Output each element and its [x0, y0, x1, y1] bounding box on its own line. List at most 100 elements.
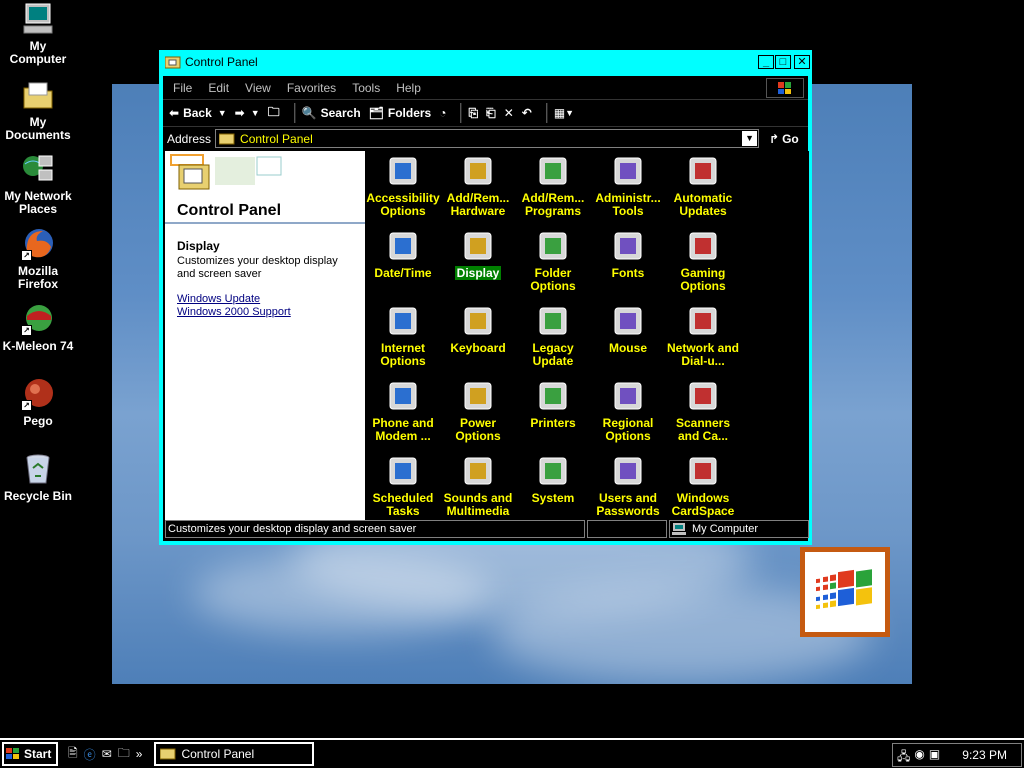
history-button[interactable]: ◔ — [439, 106, 446, 120]
control-panel-banner-icon — [170, 154, 282, 190]
desktop-icon-my-computer[interactable]: My Computer — [0, 2, 76, 66]
cp-item-administr-tools[interactable]: Administr... Tools — [590, 155, 666, 218]
keyboard-icon — [462, 305, 494, 337]
cp-item-label: Power Options — [455, 416, 501, 443]
search-button[interactable]: 🔍 Search — [302, 106, 361, 120]
regional-options-icon — [612, 380, 644, 412]
internet-options-icon — [387, 305, 419, 337]
delete-button[interactable]: ✕ — [504, 106, 514, 120]
window-title: Control Panel — [185, 55, 258, 69]
desktop-icon-my-documents[interactable]: My Documents — [0, 78, 76, 142]
cp-item-users-and-passwords[interactable]: Users and Passwords — [590, 455, 666, 518]
cp-item-label: Users and Passwords — [596, 491, 660, 518]
status-panel — [587, 520, 667, 538]
start-button[interactable]: Start — [2, 742, 58, 766]
copy-to-button[interactable]: ⎗ — [486, 106, 496, 121]
address-field[interactable]: Control Panel ▼ — [215, 129, 760, 148]
move-to-button[interactable]: ⎘ — [468, 106, 478, 121]
printers-icon — [537, 380, 569, 412]
cp-item-internet-options[interactable]: Internet Options — [365, 305, 441, 368]
start-label: Start — [24, 747, 52, 761]
cp-item-regional-options[interactable]: Regional Options — [590, 380, 666, 443]
menu-tools[interactable]: Tools — [352, 81, 380, 95]
outlook-express-icon[interactable]: ✉ — [102, 747, 112, 761]
explorer-icon[interactable]: 🗀 — [118, 744, 130, 765]
recycle-bin-icon — [21, 452, 55, 486]
display-tray-icon[interactable]: ▣ — [929, 747, 940, 768]
minimize-button[interactable]: _ — [758, 55, 774, 69]
cp-item-folder-options[interactable]: Folder Options — [515, 230, 591, 293]
up-folder-button[interactable]: 🗀 — [268, 103, 280, 124]
close-button[interactable]: ✕ — [794, 55, 810, 69]
cp-item-phone-and-modem[interactable]: Phone and Modem ... — [365, 380, 441, 443]
cp-item-network-and-dial-u[interactable]: Network and Dial-u... — [665, 305, 741, 368]
my-documents-icon — [21, 78, 55, 112]
menu-edit[interactable]: Edit — [208, 81, 229, 95]
undo-button[interactable]: ↶ — [522, 106, 532, 120]
cp-item-automatic-updates[interactable]: Automatic Updates — [665, 155, 741, 218]
cp-item-scheduled-tasks[interactable]: Scheduled Tasks — [365, 455, 441, 518]
status-bar: Customizes your desktop display and scre… — [165, 519, 809, 539]
desktop-icon-k-meleon[interactable]: ↗ K-Meleon 74 — [0, 302, 76, 353]
desktop-icon-label: My Documents — [5, 115, 71, 142]
go-button[interactable]: ↱ Go — [769, 132, 799, 146]
back-arrow-icon: ⬅ — [169, 106, 180, 120]
views-button[interactable]: ▦ ▼ — [554, 106, 574, 120]
cp-item-add-rem-hardware[interactable]: Add/Rem... Hardware — [440, 155, 516, 218]
back-button[interactable]: ⬅ Back ▼ — [169, 106, 227, 120]
taskbar-button-control-panel[interactable]: Control Panel — [154, 742, 315, 766]
maximize-button[interactable]: □ — [775, 55, 791, 69]
toolbar-separator — [545, 103, 548, 123]
cp-item-windows-cardspace[interactable]: Windows CardSpace — [665, 455, 741, 518]
desktop-icon-my-network-places[interactable]: My Network Places — [0, 152, 76, 216]
forward-button[interactable]: ➡ ▼ — [235, 106, 260, 120]
cp-item-scanners-and-ca[interactable]: Scanners and Ca... — [665, 380, 741, 443]
chevron-down-icon: ▼ — [745, 133, 754, 143]
cp-item-gaming-options[interactable]: Gaming Options — [665, 230, 741, 293]
volume-tray-icon[interactable]: ◉ — [914, 747, 924, 768]
cp-item-system[interactable]: System — [515, 455, 591, 505]
show-desktop-icon[interactable]: 🖹 — [68, 744, 78, 765]
cp-item-fonts[interactable]: Fonts — [590, 230, 666, 280]
windows-update-link[interactable]: Windows Update — [177, 293, 353, 306]
k-meleon-icon: ↗ — [21, 302, 55, 336]
cp-item-keyboard[interactable]: Keyboard — [440, 305, 516, 355]
control-panel-window[interactable]: Control Panel _ □ ✕ File Edit View Favor… — [159, 50, 812, 545]
go-label: Go — [782, 131, 799, 146]
clock[interactable]: 9:23 PM — [962, 748, 1007, 762]
menu-file[interactable]: File — [173, 81, 192, 95]
power-options-icon — [462, 380, 494, 412]
cp-item-label: System — [531, 491, 575, 505]
address-dropdown-button[interactable]: ▼ — [742, 131, 758, 146]
folder-options-icon — [537, 230, 569, 262]
menu-favorites[interactable]: Favorites — [287, 81, 336, 95]
windows-logo-icon — [6, 748, 19, 759]
cp-item-sounds-and-multimedia[interactable]: Sounds and Multimedia — [440, 455, 516, 518]
cp-item-legacy-update[interactable]: Legacy Update — [515, 305, 591, 368]
desktop-icon-mozilla-firefox[interactable]: ↗ Mozilla Firefox — [0, 227, 76, 291]
desktop-icon-label: My Network Places — [4, 189, 72, 216]
selected-item-description: Customizes your desktop display and scre… — [177, 255, 338, 280]
menu-help[interactable]: Help — [396, 81, 421, 95]
cp-item-printers[interactable]: Printers — [515, 380, 591, 430]
menu-view[interactable]: View — [245, 81, 271, 95]
desktop-icon-recycle-bin[interactable]: Recycle Bin — [0, 452, 76, 503]
windows-2000-support-link[interactable]: Windows 2000 Support — [177, 306, 353, 319]
address-label: Address — [167, 131, 212, 146]
network-tray-icon[interactable]: 🖧 — [897, 747, 910, 768]
desktop-icon-pego[interactable]: ↗ Pego — [0, 377, 76, 428]
cp-item-label: Add/Rem... Hardware — [446, 191, 510, 218]
title-bar[interactable]: Control Panel _ □ ✕ — [161, 52, 810, 72]
cp-item-date-time[interactable]: Date/Time — [365, 230, 441, 280]
chevron-right-icon[interactable]: » — [136, 747, 143, 761]
cp-item-power-options[interactable]: Power Options — [440, 380, 516, 443]
internet-explorer-icon[interactable]: ⓔ — [84, 746, 96, 763]
fonts-icon — [612, 230, 644, 262]
views-dropdown-icon: ▼ — [565, 108, 575, 118]
cp-item-add-rem-programs[interactable]: Add/Rem... Programs — [515, 155, 591, 218]
folders-button[interactable]: 🗂 Folders — [369, 106, 432, 120]
cp-item-accessibility-options[interactable]: Accessibility Options — [365, 155, 441, 218]
mozilla-firefox-icon: ↗ — [21, 227, 55, 261]
cp-item-display[interactable]: Display — [440, 230, 516, 280]
cp-item-mouse[interactable]: Mouse — [590, 305, 666, 355]
